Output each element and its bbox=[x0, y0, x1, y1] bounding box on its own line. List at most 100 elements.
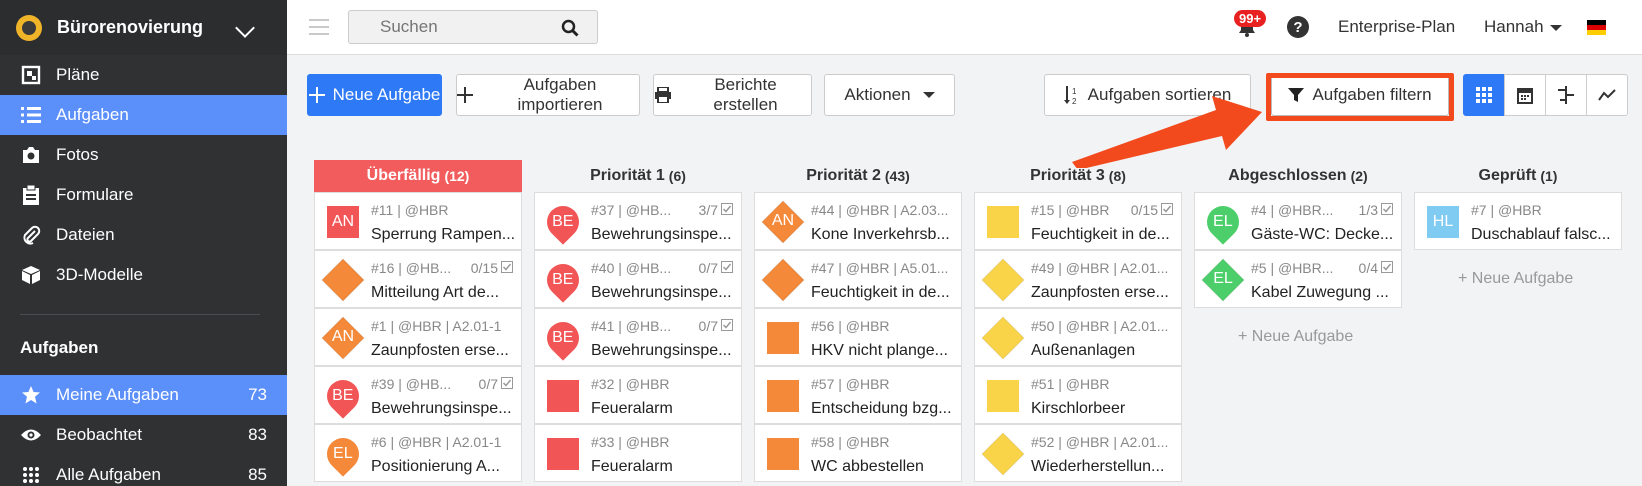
sidebar-item-photos[interactable]: Fotos bbox=[0, 135, 287, 175]
button-label: Aufgaben importieren bbox=[517, 75, 603, 114]
chevron-down-icon[interactable] bbox=[235, 18, 255, 38]
gantt-view-button[interactable] bbox=[1545, 74, 1587, 116]
search-input[interactable] bbox=[349, 11, 549, 43]
sidebar-item-forms[interactable]: Formulare bbox=[0, 175, 287, 215]
checkbox-icon bbox=[1381, 202, 1393, 218]
sidebar-item-label: Meine Aufgaben bbox=[56, 385, 179, 404]
paperclip-icon bbox=[20, 224, 42, 246]
german-flag-icon[interactable] bbox=[1587, 20, 1606, 35]
sidebar-item-label: Beobachtet bbox=[56, 425, 143, 444]
progress-text: 0/7 bbox=[478, 376, 498, 392]
chart-view-button[interactable] bbox=[1586, 74, 1628, 116]
task-title: Mitteilung Art de... bbox=[371, 284, 500, 301]
task-meta: #49 | @HBR | A2.01... bbox=[1031, 260, 1169, 276]
plus-icon bbox=[308, 87, 325, 103]
priority-diamond-icon bbox=[981, 316, 1025, 360]
task-card[interactable]: #49 | @HBR | A2.01... Zaunpfosten erse... bbox=[974, 250, 1182, 308]
checkbox-icon bbox=[721, 202, 733, 218]
task-title: Gäste-WC: Decke... bbox=[1251, 226, 1394, 243]
checkbox-icon bbox=[721, 260, 733, 276]
task-card[interactable]: #57 | @HBR Entscheidung bzg... bbox=[754, 366, 962, 424]
task-card[interactable]: #51 | @HBR Kirschlorbeer bbox=[974, 366, 1182, 424]
plan-link[interactable]: Enterprise-Plan bbox=[1338, 17, 1455, 37]
project-switcher[interactable]: Bürorenovierung bbox=[0, 0, 287, 55]
logo-icon bbox=[16, 14, 42, 41]
gantt-icon bbox=[1558, 86, 1574, 104]
task-card[interactable]: AN #11 | @HBR Sperrung Rampen... bbox=[314, 192, 522, 250]
task-card[interactable]: HL #7 | @HBR Duschablauf falsc... bbox=[1414, 192, 1622, 250]
column-count: (2) bbox=[1350, 168, 1368, 184]
task-title: HKV nicht plange... bbox=[811, 342, 948, 359]
priority-diamond-icon: AN bbox=[761, 200, 805, 244]
project-name: Bürorenovierung bbox=[57, 17, 204, 37]
avatar-initials: HL bbox=[1432, 213, 1454, 230]
task-card[interactable]: #15 | @HBR 0/15 Feuchtigkeit in de... bbox=[974, 192, 1182, 250]
new-task-button[interactable]: Neue Aufgabe bbox=[307, 74, 442, 116]
actions-dropdown[interactable]: Aktionen bbox=[824, 74, 955, 116]
priority-diamond-icon bbox=[981, 258, 1025, 302]
task-card[interactable]: EL #5 | @HBR... 0/4 Kabel Zuwegung ... bbox=[1194, 250, 1402, 308]
sidebar-item-all-tasks[interactable]: Alle Aufgaben 85 bbox=[0, 455, 287, 486]
checklist-progress: 0/7 bbox=[699, 260, 733, 276]
task-card[interactable]: #47 | @HBR | A5.01... Feuchtigkeit in de.… bbox=[754, 250, 962, 308]
task-card[interactable]: #33 | @HBR Feueralarm bbox=[534, 424, 742, 482]
task-meta: #51 | @HBR bbox=[1031, 376, 1110, 392]
sidebar-item-my-tasks[interactable]: Meine Aufgaben 73 bbox=[0, 375, 287, 415]
sidebar-item-tasks[interactable]: Aufgaben bbox=[0, 95, 287, 135]
sidebar-item-3d-models[interactable]: 3D-Modelle bbox=[0, 255, 287, 295]
column-header: Geprüft (1) bbox=[1414, 160, 1622, 192]
avatar-initials: AN bbox=[771, 212, 795, 229]
button-label: Aktionen bbox=[844, 85, 911, 104]
avatar-initials: BE bbox=[552, 271, 574, 288]
notification-badge: 99+ bbox=[1234, 10, 1267, 27]
sidebar-item-plans[interactable]: Pläne bbox=[0, 55, 287, 95]
task-card[interactable]: #52 | @HBR | A2.01... Wiederherstellun... bbox=[974, 424, 1182, 482]
task-card[interactable]: EL #4 | @HBR... 1/3 Gäste-WC: Decke... bbox=[1194, 192, 1402, 250]
topbar: 99+ ? Enterprise-Plan Hannah bbox=[287, 0, 1642, 55]
task-meta: #58 | @HBR bbox=[811, 434, 890, 450]
board-view-button[interactable] bbox=[1463, 74, 1505, 116]
user-menu[interactable]: Hannah bbox=[1484, 17, 1562, 37]
search-icon[interactable] bbox=[561, 19, 579, 37]
task-meta: #40 | @HB... bbox=[591, 260, 672, 276]
task-meta: #5 | @HBR... bbox=[1251, 260, 1334, 276]
plus-icon bbox=[457, 87, 473, 103]
clipboard-icon bbox=[20, 184, 42, 206]
caret-down-icon bbox=[1549, 24, 1562, 31]
progress-text: 0/4 bbox=[1358, 260, 1378, 276]
task-title: Zaunpfosten erse... bbox=[371, 342, 509, 359]
task-card[interactable]: EL #6 | @HBR | A2.01-1 Positionierung A... bbox=[314, 424, 522, 482]
camera-icon bbox=[20, 144, 42, 166]
task-card[interactable]: #58 | @HBR WC abbestellen bbox=[754, 424, 962, 482]
avatar-initials: BE bbox=[332, 387, 354, 404]
new-task-link[interactable]: + Neue Aufgabe bbox=[1238, 328, 1353, 346]
task-card[interactable]: AN #1 | @HBR | A2.01-1 Zaunpfosten erse... bbox=[314, 308, 522, 366]
task-card[interactable]: BE #41 | @HB... 0/7 Bewehrungsinspe... bbox=[534, 308, 742, 366]
task-card[interactable]: AN #44 | @HBR | A2.03... Kone Inverkehrsb.… bbox=[754, 192, 962, 250]
task-card[interactable]: #16 | @HB... 0/15 Mitteilung Art de... bbox=[314, 250, 522, 308]
priority-square-icon bbox=[547, 380, 579, 412]
menu-icon[interactable] bbox=[309, 19, 329, 35]
task-title: WC abbestellen bbox=[811, 458, 924, 475]
task-card[interactable]: BE #39 | @HB... 0/7 Bewehrungsinspe... bbox=[314, 366, 522, 424]
search-box bbox=[348, 10, 598, 44]
column-count: (6) bbox=[668, 168, 686, 184]
new-task-link[interactable]: + Neue Aufgabe bbox=[1458, 270, 1573, 288]
task-card[interactable]: #56 | @HBR HKV nicht plange... bbox=[754, 308, 962, 366]
task-meta: #33 | @HBR bbox=[591, 434, 670, 450]
sidebar-item-files[interactable]: Dateien bbox=[0, 215, 287, 255]
task-card[interactable]: BE #40 | @HB... 0/7 Bewehrungsinspe... bbox=[534, 250, 742, 308]
task-title: Bewehrungsinspe... bbox=[371, 400, 512, 417]
task-card[interactable]: BE #37 | @HB... 3/7 Bewehrungsinspe... bbox=[534, 192, 742, 250]
task-meta: #52 | @HBR | A2.01... bbox=[1031, 434, 1169, 450]
import-tasks-button[interactable]: Aufgaben importieren bbox=[456, 74, 640, 116]
create-reports-button[interactable]: Berichte erstellen bbox=[653, 74, 812, 116]
help-icon[interactable]: ? bbox=[1287, 16, 1309, 38]
plans-icon bbox=[20, 64, 42, 86]
sidebar-item-watched[interactable]: Beobachtet 83 bbox=[0, 415, 287, 455]
calendar-view-button[interactable] bbox=[1504, 74, 1546, 116]
task-card[interactable]: #50 | @HBR | A2.01... Außenanlagen bbox=[974, 308, 1182, 366]
column-header: Priorität 3 (8) bbox=[974, 160, 1182, 192]
column-title: Priorität 1 bbox=[590, 167, 665, 184]
task-card[interactable]: #32 | @HBR Feueralarm bbox=[534, 366, 742, 424]
